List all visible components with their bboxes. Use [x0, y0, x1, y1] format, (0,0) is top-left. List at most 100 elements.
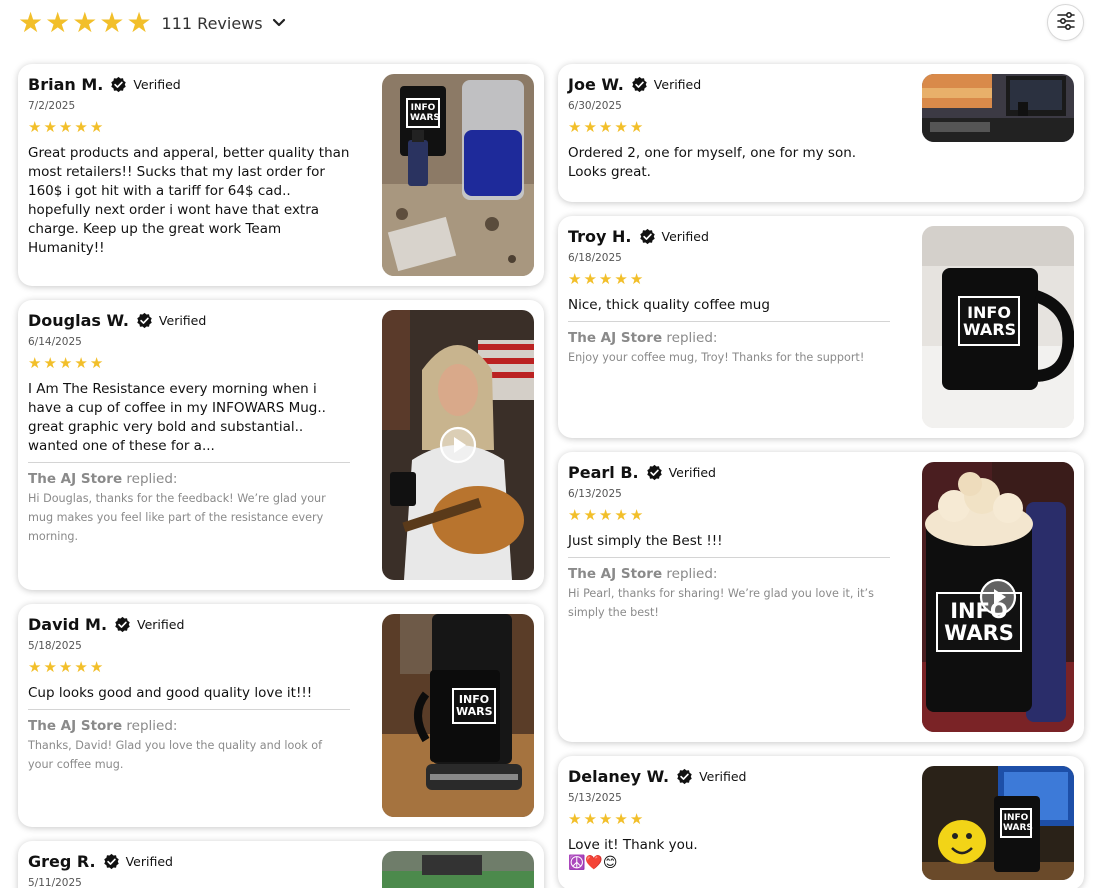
star-icon: ★ — [74, 118, 88, 136]
review-photo[interactable]: INFO WARS — [922, 226, 1074, 428]
review-body: Love it! Thank you. — [568, 837, 698, 853]
review-stars: ★ ★ ★ ★ ★ — [568, 508, 890, 526]
star-icon: ★ — [629, 270, 644, 288]
star-icon: ★ — [598, 506, 613, 524]
sliders-icon — [1056, 11, 1076, 34]
reply-body: Hi Douglas, thanks for the feedback! We’… — [28, 492, 326, 543]
reviewer-name: Joe W. — [568, 74, 624, 94]
play-icon[interactable] — [439, 426, 477, 464]
star-icon: ★ — [18, 6, 44, 39]
review-photo[interactable] — [382, 851, 534, 888]
review-body: Nice, thick quality coffee mug — [568, 297, 770, 313]
star-icon: ★ — [99, 6, 125, 39]
reviewer-name: Delaney W. — [568, 766, 670, 786]
review-stars: ★ ★ ★ ★ ★ — [28, 120, 350, 138]
review-card: Delaney W. Verified 5/13/2025 ★ ★ ★ ★ ★ Love… — [558, 756, 1084, 888]
star-icon: ★ — [45, 6, 71, 39]
reviews-count[interactable]: 111 Reviews — [162, 14, 263, 33]
star-icon: ★ — [74, 354, 88, 372]
review-date: 5/11/2025 — [28, 877, 82, 888]
store-reply: The AJ Store replied: Hi Pearl, thanks f… — [568, 557, 890, 622]
verified-label: Verified — [668, 464, 716, 480]
reply-store-name: The AJ Store — [568, 566, 663, 582]
star-icon: ★ — [72, 6, 98, 39]
reply-store-name: The AJ Store — [28, 718, 123, 734]
media-logo: INFO WARS — [406, 98, 440, 128]
star-icon: ★ — [614, 810, 628, 828]
review-photo[interactable]: INFO WARS — [382, 74, 534, 276]
verified-label: Verified — [137, 616, 185, 632]
review-body: Cup looks good and good quality love it!… — [28, 685, 313, 701]
review-card: Joe W. Verified 6/30/2025 ★ ★ ★ ★ ★ Ordered … — [558, 64, 1084, 202]
star-icon: ★ — [598, 270, 613, 288]
check-badge-icon — [136, 312, 153, 329]
review-body: Great products and apperal, better quali… — [28, 145, 350, 256]
star-icon: ★ — [28, 118, 42, 136]
review-stars: ★ ★ ★ ★ ★ — [568, 272, 890, 290]
reviewer-name: Brian M. — [28, 74, 104, 94]
review-stars: ★ ★ ★ ★ ★ — [568, 812, 890, 830]
review-date: 6/13/2025 — [568, 488, 622, 500]
review-photo[interactable] — [922, 74, 1074, 142]
star-icon: ★ — [568, 810, 582, 828]
star-icon: ★ — [568, 118, 582, 136]
reviewer-name: Douglas W. — [28, 310, 129, 330]
star-icon: ★ — [568, 270, 582, 288]
reviewer-name: Pearl B. — [568, 462, 639, 482]
play-icon[interactable] — [979, 578, 1017, 616]
media-logo: INFO WARS — [1000, 808, 1033, 838]
star-icon: ★ — [58, 354, 73, 372]
reply-store-name: The AJ Store — [568, 330, 663, 346]
check-badge-icon — [646, 464, 663, 481]
filter-button[interactable] — [1047, 4, 1084, 41]
verified-label: Verified — [653, 76, 702, 92]
review-card: Greg R. Verified 5/11/2025 — [18, 841, 544, 888]
review-stars: ★ ★ ★ ★ ★ — [28, 356, 350, 374]
reviewer-name: Greg R. — [28, 851, 96, 871]
review-emojis: ☮️❤️😊 — [568, 855, 618, 871]
star-icon: ★ — [583, 810, 597, 828]
review-card: Brian M. Verified 7/2/2025 ★ ★ ★ ★ ★ Great p… — [18, 64, 544, 286]
star-icon: ★ — [28, 658, 42, 676]
media-logo: INFO WARS — [452, 688, 496, 724]
verified-label: Verified — [125, 853, 173, 869]
review-date: 6/18/2025 — [568, 252, 622, 264]
summary-stars: ★ ★ ★ ★ ★ — [18, 9, 152, 37]
review-date: 6/30/2025 — [568, 100, 622, 112]
chevron-down-icon[interactable] — [272, 18, 286, 28]
review-stars: ★ ★ ★ ★ ★ — [28, 660, 350, 678]
review-stars: ★ ★ ★ ★ ★ — [568, 120, 890, 138]
review-video[interactable] — [382, 310, 534, 580]
star-icon: ★ — [629, 506, 644, 524]
rating-summary[interactable]: ★ ★ ★ ★ ★ 111 Reviews — [18, 8, 286, 38]
check-badge-icon — [114, 616, 131, 633]
star-icon: ★ — [614, 270, 628, 288]
star-icon: ★ — [629, 118, 644, 136]
reply-label: replied: — [122, 471, 178, 487]
star-icon: ★ — [89, 354, 104, 372]
star-icon: ★ — [28, 354, 42, 372]
review-photo[interactable]: INFO WARS — [382, 614, 534, 817]
review-body[interactable]: I Am The Resistance every morning when i… — [28, 380, 350, 456]
media-logo: INFO WARS — [958, 296, 1020, 346]
review-date: 5/13/2025 — [568, 792, 622, 804]
star-icon: ★ — [43, 658, 57, 676]
reply-label: replied: — [122, 718, 178, 734]
reply-body: Hi Pearl, thanks for sharing! We’re glad… — [568, 587, 874, 619]
star-icon: ★ — [583, 270, 597, 288]
star-icon: ★ — [58, 658, 73, 676]
star-icon: ★ — [629, 810, 644, 828]
star-icon: ★ — [74, 658, 88, 676]
star-icon: ★ — [43, 354, 57, 372]
check-badge-icon — [631, 76, 648, 93]
star-icon: ★ — [89, 658, 104, 676]
check-badge-icon — [639, 228, 656, 245]
review-photo[interactable]: INFO WARS — [922, 766, 1074, 880]
star-icon: ★ — [614, 118, 628, 136]
review-card: Douglas W. Verified 6/14/2025 ★ ★ ★ ★ ★ I Am… — [18, 300, 544, 590]
verified-label: Verified — [661, 228, 709, 244]
review-video[interactable]: INFO WARS — [922, 462, 1074, 732]
reply-body: Thanks, David! Glad you love the quality… — [28, 739, 323, 771]
star-icon: ★ — [89, 118, 104, 136]
review-card: David M. Verified 5/18/2025 ★ ★ ★ ★ ★ Cup lo… — [18, 604, 544, 827]
